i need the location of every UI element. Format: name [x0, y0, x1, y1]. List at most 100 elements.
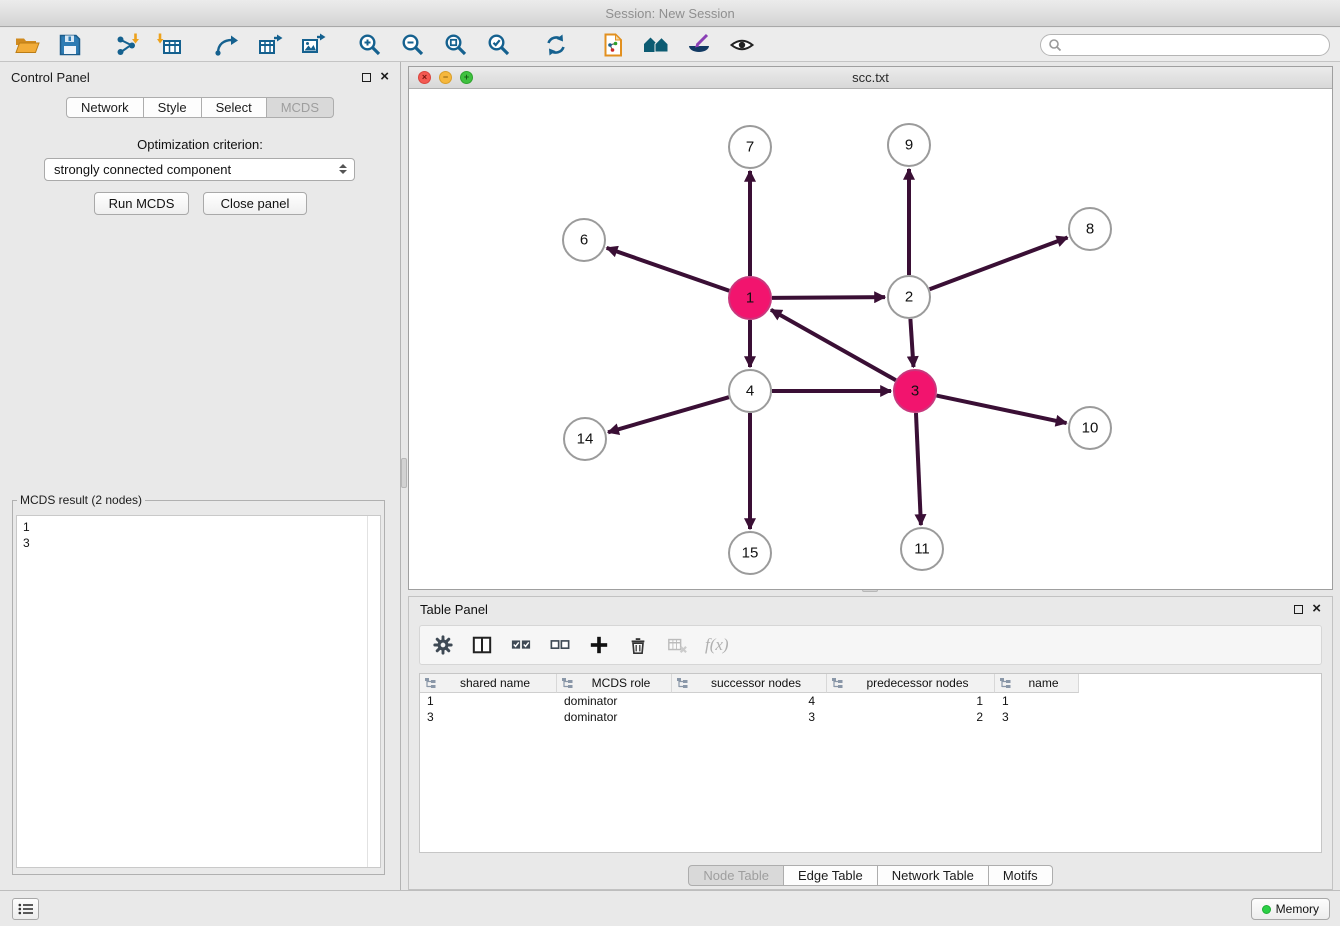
refresh-icon [543, 32, 569, 58]
window-minimize-button[interactable]: − [439, 71, 452, 84]
style-button[interactable] [682, 30, 716, 60]
run-mcds-button[interactable]: Run MCDS [94, 192, 189, 215]
graph-node-8[interactable]: 8 [1069, 208, 1111, 250]
export-network-button[interactable] [210, 30, 244, 60]
zoom-in-button[interactable] [353, 30, 387, 60]
column-header-name[interactable]: name [995, 674, 1079, 693]
graph-edge-1-6[interactable] [607, 248, 730, 291]
search-input[interactable] [1040, 34, 1330, 56]
graph-node-7[interactable]: 7 [729, 126, 771, 168]
column-type-icon [999, 677, 1011, 689]
graph-node-4[interactable]: 4 [729, 370, 771, 412]
zoom-selected-button[interactable] [482, 30, 516, 60]
tab-style[interactable]: Style [144, 97, 202, 118]
table-cell[interactable]: 1 [995, 693, 1079, 709]
window-close-button[interactable]: × [418, 71, 431, 84]
add-column-button[interactable] [588, 633, 610, 657]
save-session-button[interactable] [53, 30, 87, 60]
graph-node-3[interactable]: 3 [894, 370, 936, 412]
select-all-columns-button[interactable] [510, 633, 532, 657]
close-panel-button[interactable]: Close panel [203, 192, 307, 215]
table-cell[interactable]: 3 [420, 709, 557, 725]
network-window-titlebar[interactable]: scc.txt ×−+ [409, 67, 1332, 89]
table-cell[interactable]: 3 [995, 709, 1079, 725]
graph-edge-1-2[interactable] [772, 297, 885, 298]
tab-motifs[interactable]: Motifs [989, 865, 1053, 886]
graph-node-label: 15 [742, 545, 759, 562]
refresh-button[interactable] [539, 30, 573, 60]
function-builder-button[interactable]: f(x) [705, 633, 729, 657]
export-table-button[interactable] [253, 30, 287, 60]
table-toolbar: f(x) [419, 625, 1322, 665]
criterion-value: strongly connected component [54, 162, 231, 177]
graph-edge-2-8[interactable] [930, 237, 1068, 289]
app-window: { "titlebar": { "title": "Session: New S… [0, 0, 1340, 926]
tab-node-table[interactable]: Node Table [688, 865, 784, 886]
import-network-button[interactable] [110, 30, 144, 60]
column-header-shared-name[interactable]: shared name [420, 674, 557, 693]
table-cell[interactable]: dominator [557, 693, 672, 709]
open-session-button[interactable] [10, 30, 44, 60]
memory-status-icon [1262, 905, 1271, 914]
close-panel-icon[interactable]: × [380, 72, 389, 82]
float-panel-icon[interactable] [1294, 605, 1303, 614]
tab-edge-table[interactable]: Edge Table [784, 865, 878, 886]
result-list-item[interactable]: 1 [17, 516, 380, 535]
zoom-fit-button[interactable] [439, 30, 473, 60]
node-table: shared nameMCDS rolesuccessor nodes prede… [420, 674, 1079, 725]
close-panel-icon[interactable]: × [1312, 604, 1321, 614]
table-panel-title: Table Panel [420, 602, 488, 617]
column-header-mcds-role[interactable]: MCDS role [557, 674, 672, 693]
window-zoom-button[interactable]: + [460, 71, 473, 84]
graph-node-1[interactable]: 1 [729, 277, 771, 319]
save-floppy-icon [57, 32, 83, 58]
home-button[interactable] [639, 30, 673, 60]
criterion-dropdown[interactable]: strongly connected component [44, 158, 355, 181]
column-header-successor-nodes[interactable]: successor nodes [672, 674, 827, 693]
table-settings-button[interactable] [432, 633, 454, 657]
zoom-in-icon [357, 32, 383, 58]
table-cell[interactable]: 3 [672, 709, 827, 725]
graph-edge-2-3[interactable] [910, 319, 913, 367]
delete-table-button[interactable] [666, 633, 688, 657]
graph-node-14[interactable]: 14 [564, 418, 606, 460]
toggle-columns-button[interactable] [471, 633, 493, 657]
graph-node-15[interactable]: 15 [729, 532, 771, 574]
graph-edge-4-14[interactable] [608, 397, 729, 432]
table-cell[interactable]: 4 [672, 693, 827, 709]
table-panel-tabs: Node TableEdge TableNetwork TableMotifs [409, 865, 1332, 886]
import-table-button[interactable] [153, 30, 187, 60]
network-canvas[interactable]: 7 9 6 8 1 2 4 3 14 10 15 11 [409, 89, 1330, 588]
table-cell[interactable]: 1 [420, 693, 557, 709]
graph-edge-3-10[interactable] [937, 396, 1067, 423]
tab-select[interactable]: Select [202, 97, 267, 118]
graph-node-6[interactable]: 6 [563, 219, 605, 261]
result-list-item[interactable]: 3 [17, 535, 380, 551]
delete-column-button[interactable] [627, 633, 649, 657]
memory-button[interactable]: Memory [1251, 898, 1330, 920]
clear-column-selection-button[interactable] [549, 633, 571, 657]
tab-mcds[interactable]: MCDS [267, 97, 334, 118]
task-history-button[interactable] [12, 898, 39, 920]
tab-network-table[interactable]: Network Table [878, 865, 989, 886]
table-cell[interactable]: 2 [827, 709, 995, 725]
graph-node-9[interactable]: 9 [888, 124, 930, 166]
table-panel-header: Table Panel × [409, 597, 1332, 621]
vertical-splitter-grip[interactable] [401, 458, 407, 488]
graph-node-10[interactable]: 10 [1069, 407, 1111, 449]
graph-edge-3-11[interactable] [916, 413, 921, 525]
column-type-icon [676, 677, 688, 689]
table-cell[interactable]: 1 [827, 693, 995, 709]
show-graphics-button[interactable] [725, 30, 759, 60]
table-cell[interactable]: dominator [557, 709, 672, 725]
zoom-out-button[interactable] [396, 30, 430, 60]
float-panel-icon[interactable] [362, 73, 371, 82]
apply-layout-button[interactable] [596, 30, 630, 60]
tab-network[interactable]: Network [66, 97, 144, 118]
graph-node-11[interactable]: 11 [901, 528, 943, 570]
column-header-label: predecessor nodes [866, 676, 968, 690]
export-image-button[interactable] [296, 30, 330, 60]
graph-edge-3-1[interactable] [771, 310, 896, 380]
column-header-predecessor-nodes[interactable]: predecessor nodes [827, 674, 995, 693]
graph-node-2[interactable]: 2 [888, 276, 930, 318]
